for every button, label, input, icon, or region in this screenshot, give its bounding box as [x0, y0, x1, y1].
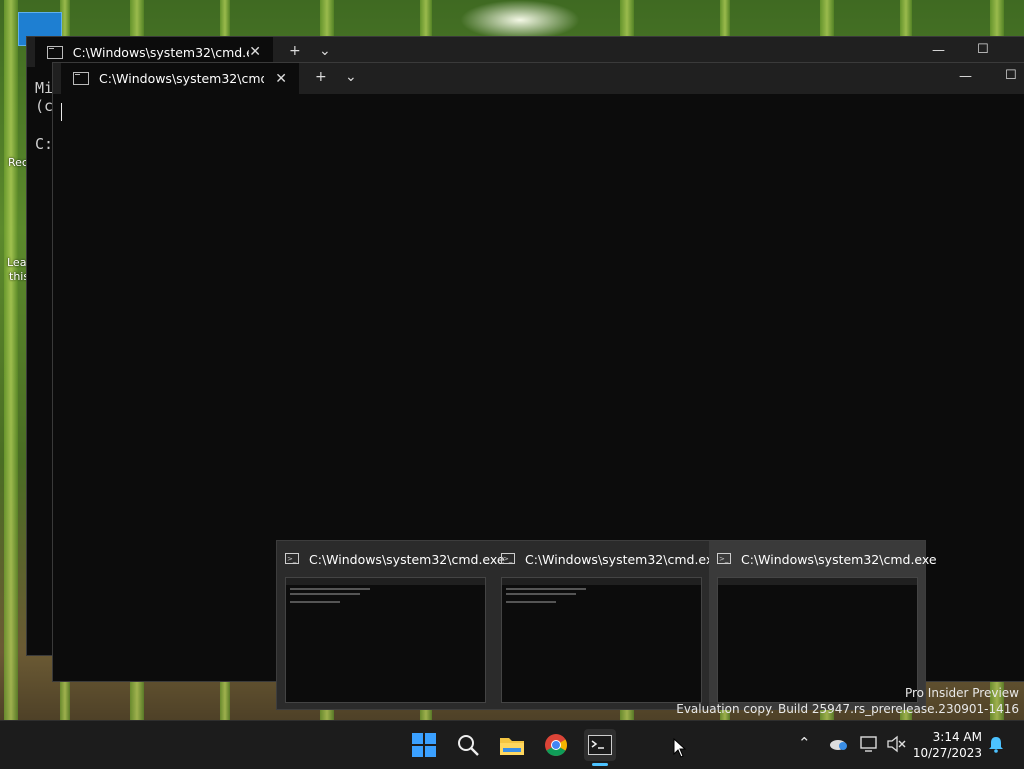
minimize-button[interactable]: — — [932, 43, 945, 58]
desktop-icon-label: Lea — [7, 256, 27, 269]
cmd-icon — [73, 72, 89, 85]
watermark-build: Evaluation copy. Build 25947.rs_prerelea… — [676, 702, 1019, 716]
taskbar-thumbnail-flyout: >_ C:\Windows\system32\cmd.exe >_ C:\Win… — [276, 540, 937, 710]
onedrive-icon[interactable] — [828, 737, 848, 755]
clock-time: 3:14 AM — [932, 730, 982, 744]
close-tab-icon[interactable]: ✕ — [249, 44, 261, 60]
close-tab-icon[interactable]: ✕ — [275, 71, 287, 87]
window-thumbnail[interactable]: >_ C:\Windows\system32\cmd.exe — [493, 541, 721, 709]
network-icon[interactable] — [860, 735, 880, 757]
terminal-icon: >_ — [501, 553, 515, 564]
start-button[interactable] — [408, 729, 440, 761]
folder-icon — [500, 738, 524, 755]
thumbnail-preview — [717, 577, 918, 703]
thumbnail-preview — [501, 577, 702, 703]
terminal-text: Mi — [35, 79, 54, 97]
minimize-button[interactable]: — — [959, 69, 972, 84]
thumbnail-preview — [285, 577, 486, 703]
watermark-edition: Pro Insider Preview — [904, 686, 1019, 700]
chrome-icon — [545, 734, 567, 756]
clock-date: 10/27/2023 — [912, 746, 982, 760]
thumbnail-title: C:\Windows\system32\cmd.exe — [309, 552, 505, 567]
tab-cmd[interactable]: C:\Windows\system32\cmd.exe ✕ — [61, 63, 299, 94]
new-tab-button[interactable]: + — [289, 43, 301, 59]
text-cursor — [61, 103, 62, 121]
chevron-up-icon[interactable]: ⌃ — [798, 734, 811, 752]
terminal-text: (c — [35, 97, 54, 115]
tab-dropdown-button[interactable]: ⌄ — [345, 69, 357, 85]
terminal-button[interactable] — [584, 729, 616, 761]
maximize-button[interactable]: ☐ — [1005, 68, 1017, 83]
window-thumbnail[interactable]: >_ C:\Windows\system32\cmd.exe — [709, 541, 937, 709]
mouse-pointer-icon — [673, 738, 687, 758]
window-thumbnail[interactable]: >_ C:\Windows\system32\cmd.exe — [277, 541, 505, 709]
terminal-icon — [588, 735, 612, 755]
desktop-icon-label: Rec — [8, 156, 28, 169]
system-clock[interactable]: 3:14 AM 10/27/2023 — [913, 729, 982, 761]
tab-dropdown-button[interactable]: ⌄ — [319, 43, 331, 59]
thumbnail-title: C:\Windows\system32\cmd.exe — [741, 552, 937, 567]
notification-bell-icon[interactable] — [987, 735, 1005, 757]
active-app-indicator — [592, 763, 608, 766]
cmd-icon — [47, 45, 63, 59]
file-explorer-button[interactable] — [496, 729, 528, 761]
chrome-button[interactable] — [540, 729, 572, 761]
new-tab-button[interactable]: + — [315, 69, 327, 85]
maximize-button[interactable]: ☐ — [977, 42, 989, 57]
thumbnail-title: C:\Windows\system32\cmd.exe — [525, 552, 721, 567]
terminal-icon: >_ — [717, 553, 731, 564]
windows-icon — [412, 733, 436, 757]
taskbar: ⌃ 3:14 AM 10/27/2023 — [0, 720, 1024, 769]
tab-title: C:\Windows\system32\cmd.exe — [99, 71, 264, 86]
titlebar[interactable]: C:\Windows\system32\cmd.exe ✕ + ⌄ — ☐ — [53, 63, 1024, 94]
terminal-text: C: — [35, 135, 54, 153]
search-button[interactable] — [452, 729, 484, 761]
volume-muted-icon[interactable] — [886, 735, 906, 757]
tab-title: C:\Windows\system32\cmd.exe — [72, 44, 250, 60]
terminal-icon: >_ — [285, 553, 299, 564]
search-icon — [458, 735, 479, 756]
